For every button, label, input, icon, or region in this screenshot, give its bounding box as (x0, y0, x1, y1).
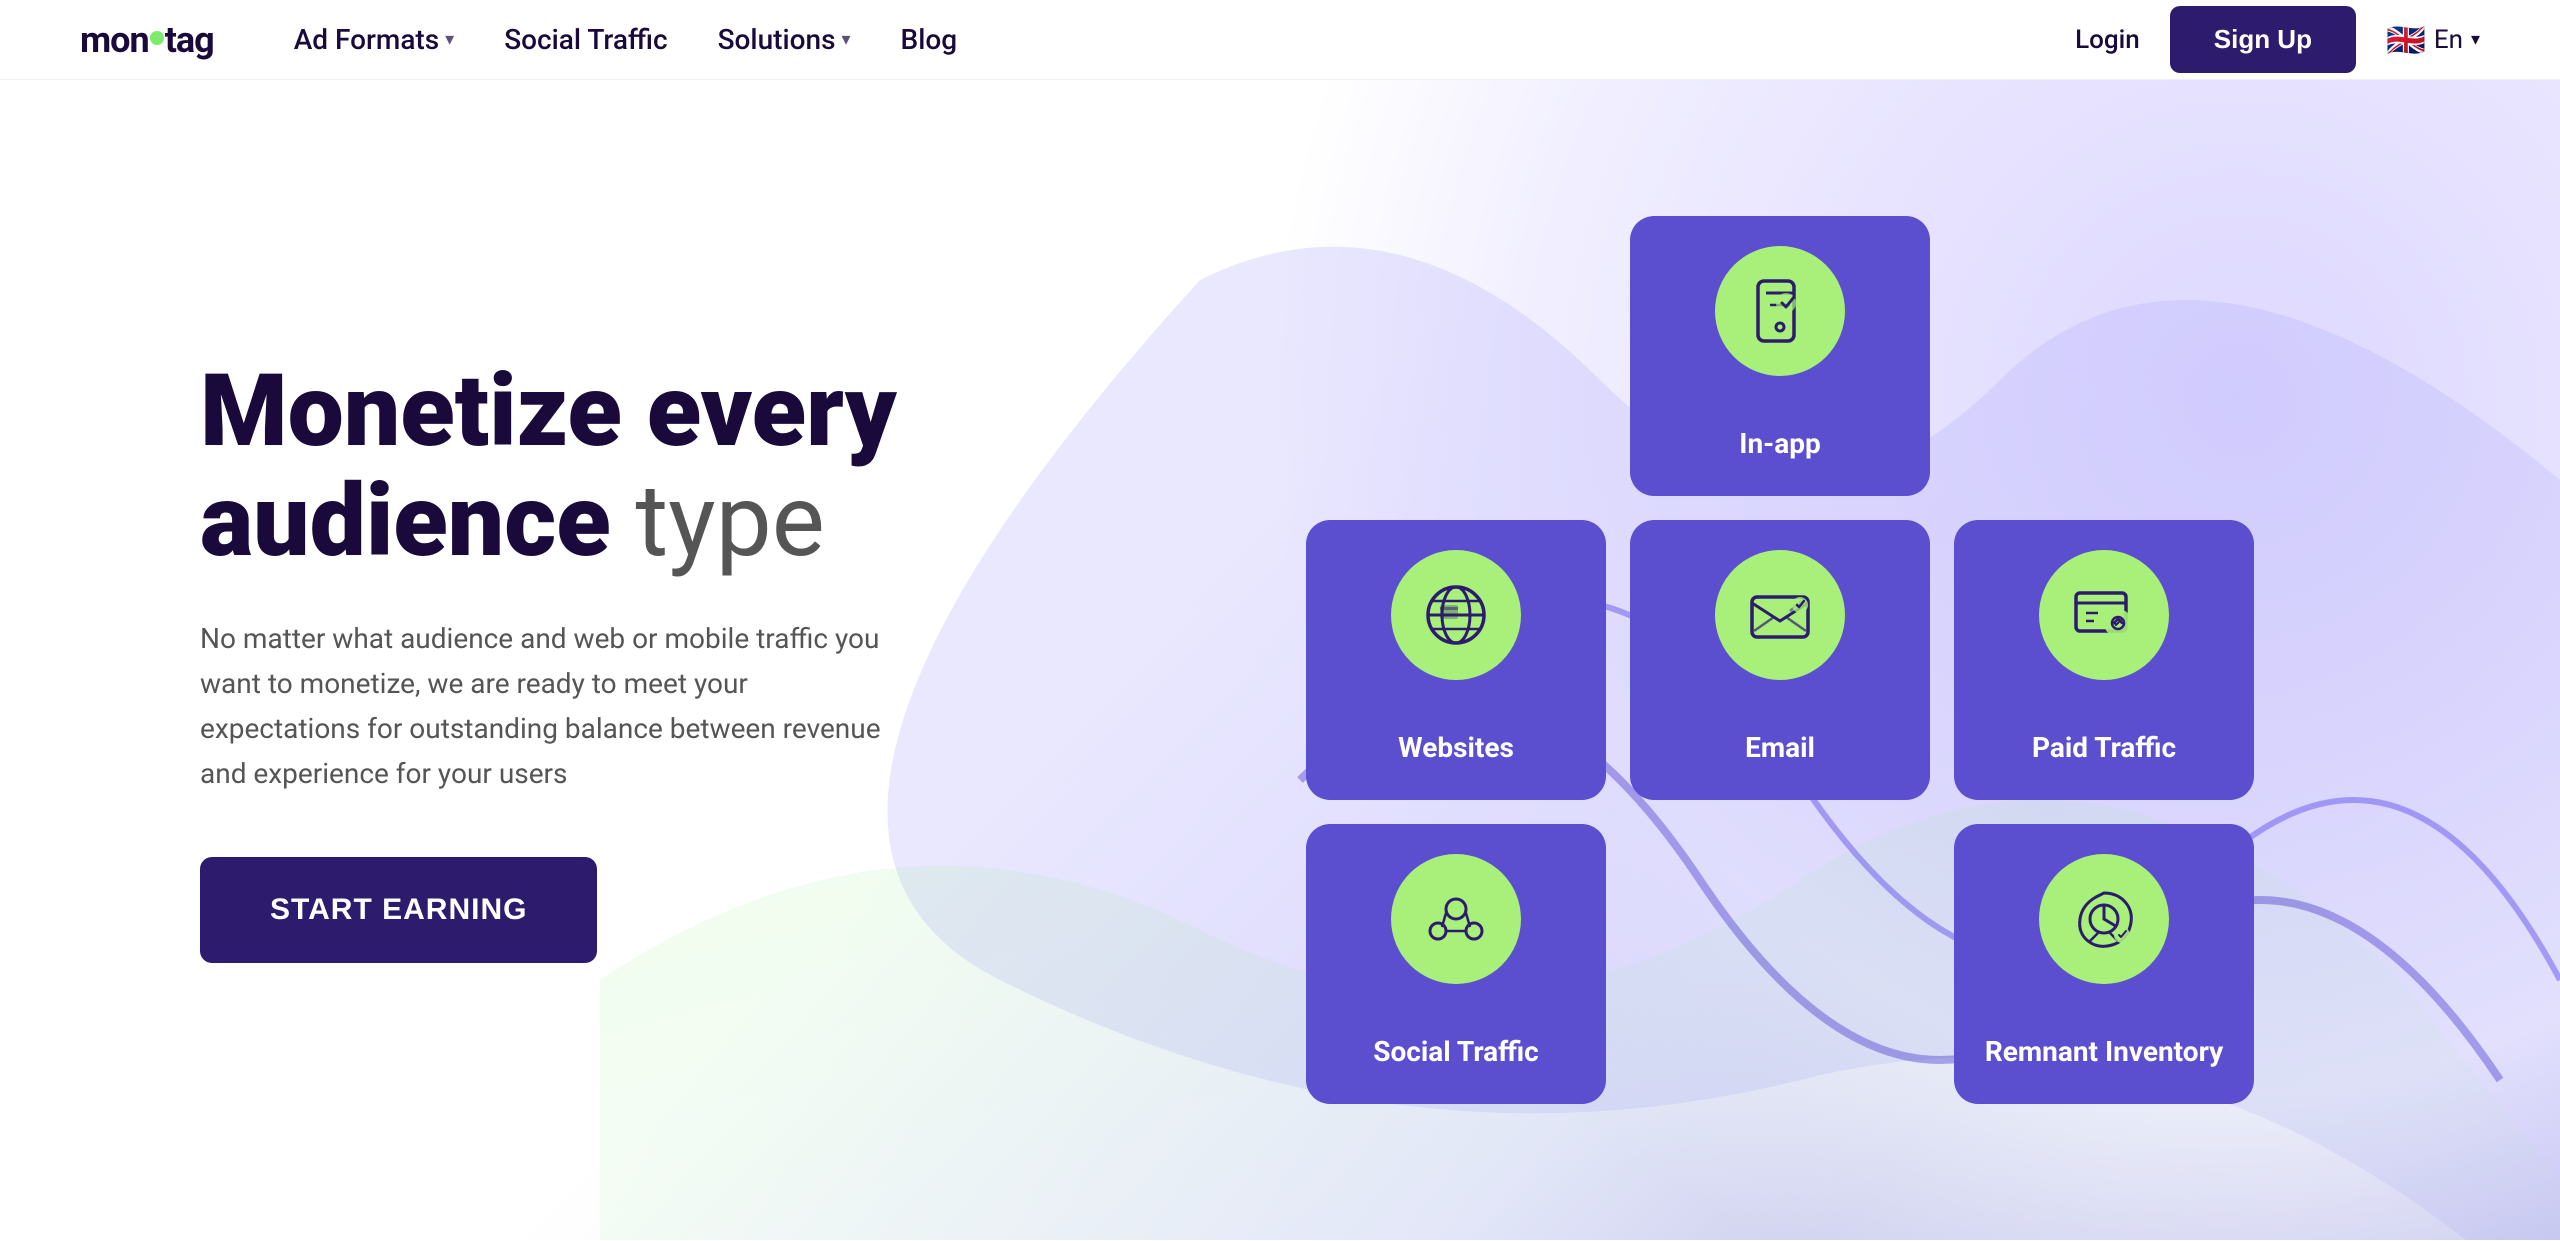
card-social-traffic[interactable]: Social Traffic (1306, 824, 1606, 1104)
card-email[interactable]: Email (1630, 520, 1930, 800)
remnant-icon-circle (2039, 854, 2169, 984)
logo[interactable]: montag (80, 19, 214, 61)
card-inapp[interactable]: In-app (1630, 216, 1930, 496)
nav-right: Login Sign Up 🇬🇧 En ▾ (2075, 6, 2480, 73)
inapp-label: In-app (1739, 427, 1820, 460)
card-remnant-inventory[interactable]: Remnant Inventory (1954, 824, 2254, 1104)
email-label: Email (1745, 731, 1815, 764)
hero-section: Monetize everyaudience type No matter wh… (0, 80, 2560, 1240)
flag-icon: 🇬🇧 (2386, 21, 2426, 59)
paid-icon (2068, 579, 2140, 651)
hero-description: No matter what audience and web or mobil… (200, 617, 900, 796)
hero-right: In-app Websites (1020, 216, 2480, 1104)
language-selector[interactable]: 🇬🇧 En ▾ (2386, 21, 2480, 59)
websites-label: Websites (1398, 731, 1514, 764)
remnant-icon (2068, 883, 2140, 955)
card-paid-traffic[interactable]: Paid Traffic (1954, 520, 2254, 800)
chevron-down-icon: ▾ (445, 29, 454, 50)
login-button[interactable]: Login (2075, 25, 2140, 55)
navbar: montag Ad Formats ▾ Social Traffic Solut… (0, 0, 2560, 80)
social-icon-circle (1391, 854, 1521, 984)
hero-title: Monetize everyaudience type (200, 357, 1020, 577)
paid-label: Paid Traffic (2032, 731, 2176, 764)
social-icon (1420, 883, 1492, 955)
logo-dot (150, 31, 164, 45)
card-websites[interactable]: Websites (1306, 520, 1606, 800)
email-icon-circle (1715, 550, 1845, 680)
social-label: Social Traffic (1373, 1035, 1538, 1068)
inapp-icon (1744, 275, 1816, 347)
nav-solutions[interactable]: Solutions ▾ (718, 23, 851, 56)
email-icon (1744, 579, 1816, 651)
start-earning-button[interactable]: START EARNING (200, 857, 597, 963)
nav-social-traffic[interactable]: Social Traffic (504, 23, 667, 56)
chevron-down-icon: ▾ (2471, 29, 2480, 50)
websites-icon-circle (1391, 550, 1521, 680)
hero-left: Monetize everyaudience type No matter wh… (200, 357, 1020, 962)
inapp-icon-circle (1715, 246, 1845, 376)
signup-button[interactable]: Sign Up (2170, 6, 2356, 73)
nav-ad-formats[interactable]: Ad Formats ▾ (294, 23, 455, 56)
cards-grid: In-app Websites (1306, 216, 2254, 1104)
remnant-label: Remnant Inventory (1985, 1035, 2223, 1068)
chevron-down-icon: ▾ (842, 29, 851, 50)
websites-icon (1420, 579, 1492, 651)
paid-icon-circle (2039, 550, 2169, 680)
nav-blog[interactable]: Blog (901, 23, 958, 56)
nav-links: Ad Formats ▾ Social Traffic Solutions ▾ … (294, 23, 2075, 56)
